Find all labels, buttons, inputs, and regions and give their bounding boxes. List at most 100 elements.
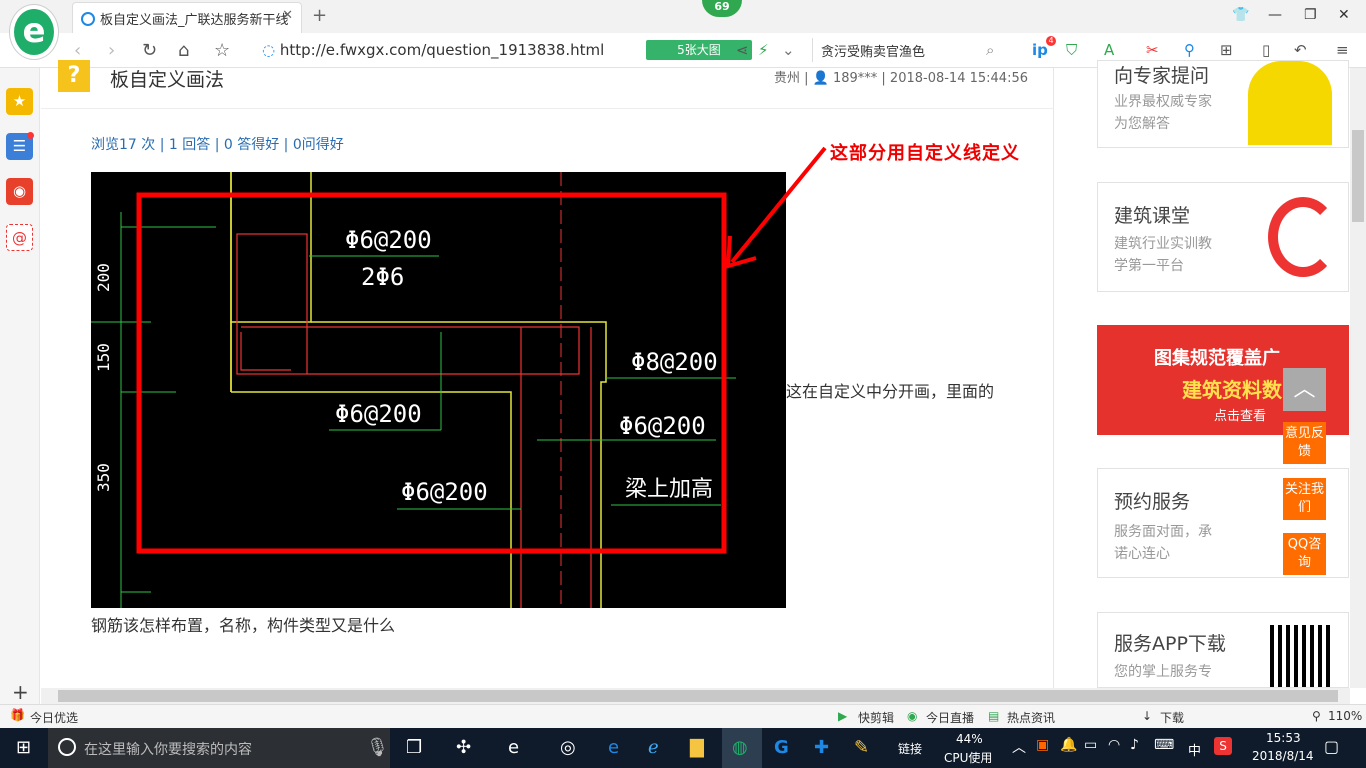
cad-label: Φ6@200 [345, 226, 432, 254]
action-center-icon[interactable]: ▢ [1324, 737, 1339, 756]
wifi-icon[interactable]: ◠ [1108, 737, 1120, 753]
left-sidebar [0, 68, 40, 704]
clock-date[interactable]: 2018/8/14 [1252, 749, 1314, 763]
cad-screenshot-image[interactable]: Φ6@200 2Φ6 Φ8@200 Φ6@200 Φ6@200 Φ6@200 梁… [91, 172, 786, 608]
vertical-scroll-thumb[interactable] [1352, 130, 1364, 222]
weibo-icon[interactable]: ◉ [6, 178, 33, 205]
forward-icon[interactable]: › [108, 40, 115, 61]
horizontal-scroll-thumb[interactable] [58, 690, 1338, 702]
windows-start-icon[interactable]: ⊞ [16, 737, 31, 758]
gift-icon: 🎁 [10, 708, 25, 722]
follow-us-button[interactable]: 关注我们 [1283, 478, 1326, 520]
back-to-top-button[interactable]: ︿ [1283, 368, 1326, 411]
flash-icon[interactable]: ⚡ [758, 41, 769, 59]
back-icon[interactable]: ‹ [74, 40, 81, 61]
share-icon[interactable]: ⋖ [736, 41, 749, 59]
battery-icon[interactable]: ▭ [1084, 737, 1097, 753]
status-left-label[interactable]: 今日优选 [30, 709, 78, 726]
banner-subtitle: 建筑资料数 [1182, 378, 1282, 402]
new-tab-button[interactable]: + [312, 5, 327, 26]
minimize-icon[interactable]: — [1268, 7, 1282, 23]
status-item[interactable]: 今日直播 [926, 709, 974, 726]
browser-logo[interactable]: e [10, 5, 58, 59]
class-logo-icon [1268, 197, 1338, 277]
ask-expert-card[interactable]: 向专家提问 业界最权威专家 为您解答 [1097, 60, 1349, 148]
edge-icon[interactable]: e [608, 737, 619, 758]
ie-blue-icon[interactable]: e [508, 737, 519, 758]
cad-label: Φ8@200 [631, 348, 718, 376]
magnifier-icon[interactable]: ⚲ [1184, 41, 1195, 59]
download-label[interactable]: 下载 [1160, 709, 1184, 726]
maximize-icon[interactable]: ❐ [1304, 7, 1317, 23]
cad-label: 梁上加高 [625, 477, 713, 502]
question-body-line: 钢筋该怎样布置，名称，构件类型又是什么 [91, 616, 396, 635]
card-subtitle: 业界最权威专家 [1114, 94, 1212, 110]
feedback-button[interactable]: 意见反馈 [1283, 422, 1326, 464]
cad-label: 2Φ6 [361, 263, 404, 291]
search-icon[interactable]: ⌕ [986, 41, 994, 59]
building-class-card[interactable]: 建筑课堂 建筑行业实训教 学第一平台 [1097, 182, 1349, 292]
browser-taskbar-icon[interactable]: ◍ [732, 737, 748, 758]
scissors-icon[interactable]: ✂ [1146, 41, 1159, 59]
microphone-icon[interactable]: 🎙 [366, 737, 389, 758]
refresh-icon[interactable]: ↻ [142, 40, 157, 61]
zoom-level[interactable]: 110% [1328, 709, 1362, 723]
cad-label: Φ6@200 [335, 400, 422, 428]
cpu-label: CPU使用 [944, 751, 993, 765]
keyboard-icon[interactable]: ⌨ [1154, 737, 1174, 753]
search-input[interactable]: 贪污受贿卖官渔色 [812, 38, 1008, 62]
app-download-card[interactable]: 服务APP下载 您的掌上服务专 [1097, 612, 1349, 688]
file-explorer-icon[interactable]: ▇ [690, 737, 704, 758]
g-app-icon[interactable]: G [774, 737, 789, 758]
phone-icon[interactable]: ▯ [1262, 41, 1270, 59]
url-field[interactable]: ◌ http://e.fwxgx.com/question_1913838.ht… [262, 41, 604, 59]
fan-app-icon[interactable]: ✣ [456, 737, 471, 758]
tab-title: 板自定义画法_广联达服务新干线 [100, 13, 289, 28]
mail-icon[interactable]: @ [6, 224, 33, 251]
volume-icon[interactable]: ♪ [1130, 737, 1139, 753]
status-item[interactable]: 热点资讯 [1007, 709, 1055, 726]
ie-icon[interactable]: ℯ [648, 737, 659, 758]
swirl-app-icon[interactable]: ◎ [560, 737, 576, 758]
ip-tool-icon[interactable]: ip [1032, 41, 1048, 59]
skin-icon[interactable]: 👕 [1232, 7, 1249, 23]
browser-logo-letter: e [22, 11, 46, 51]
favorite-star-icon[interactable]: ☆ [214, 40, 230, 61]
translate-icon[interactable]: A [1104, 41, 1114, 59]
card-title: 向专家提问 [1114, 65, 1210, 87]
tray-chevron-icon[interactable]: ︿ [1012, 737, 1026, 757]
link-label[interactable]: 链接 [898, 740, 922, 757]
browser-tab[interactable]: 板自定义画法_广联达服务新干线 ✕ [72, 2, 302, 33]
sogou-input-icon[interactable]: S [1214, 737, 1232, 755]
url-path: /question_1913838.html [421, 41, 605, 59]
card-subtitle: 诺心连心 [1114, 546, 1170, 562]
shield-icon[interactable]: ⛉ [1066, 41, 1077, 59]
ime-indicator[interactable]: 中 [1188, 740, 1201, 759]
secure-icon: ◌ [262, 41, 280, 59]
notification-bell-icon[interactable]: 🔔 [1060, 737, 1077, 753]
question-title: 板自定义画法 [110, 69, 225, 91]
undo-icon[interactable]: ↶ [1294, 41, 1307, 59]
close-window-icon[interactable]: ✕ [1338, 7, 1350, 23]
status-item[interactable]: 快剪辑 [858, 709, 894, 726]
menu-icon[interactable]: ≡ [1336, 41, 1349, 59]
taskbar-search-input[interactable]: 在这里输入你要搜索的内容 [48, 728, 390, 768]
notes-app-icon[interactable]: ✎ [854, 737, 869, 758]
add-sidebar-icon[interactable]: + [12, 680, 29, 704]
qq-consult-button[interactable]: QQ咨询 [1283, 533, 1326, 575]
apps-grid-icon[interactable]: ⊞ [1220, 41, 1233, 59]
url-prefix: http://e. [279, 41, 340, 59]
question-body-line: 这在自定义中分开画，里面的 [786, 382, 995, 401]
task-view-icon[interactable]: ❐ [406, 737, 422, 758]
question-stats[interactable]: 浏览17 次 | 1 回答 | 0 答得好 | 0问得好 [91, 134, 344, 154]
tray-app-icon[interactable]: ▣ [1036, 737, 1049, 753]
cortana-icon [58, 738, 76, 756]
tab-close-icon[interactable]: ✕ [282, 8, 293, 23]
chevron-down-icon[interactable]: ⌄ [782, 41, 795, 59]
clock-time[interactable]: 15:53 [1266, 731, 1301, 745]
favorites-star-icon[interactable]: ★ [6, 88, 33, 115]
card-subtitle: 您的掌上服务专 [1114, 664, 1212, 680]
plus-app-icon[interactable]: ✚ [814, 737, 829, 758]
home-icon[interactable]: ⌂ [178, 40, 189, 61]
card-subtitle: 建筑行业实训教 [1114, 236, 1212, 252]
